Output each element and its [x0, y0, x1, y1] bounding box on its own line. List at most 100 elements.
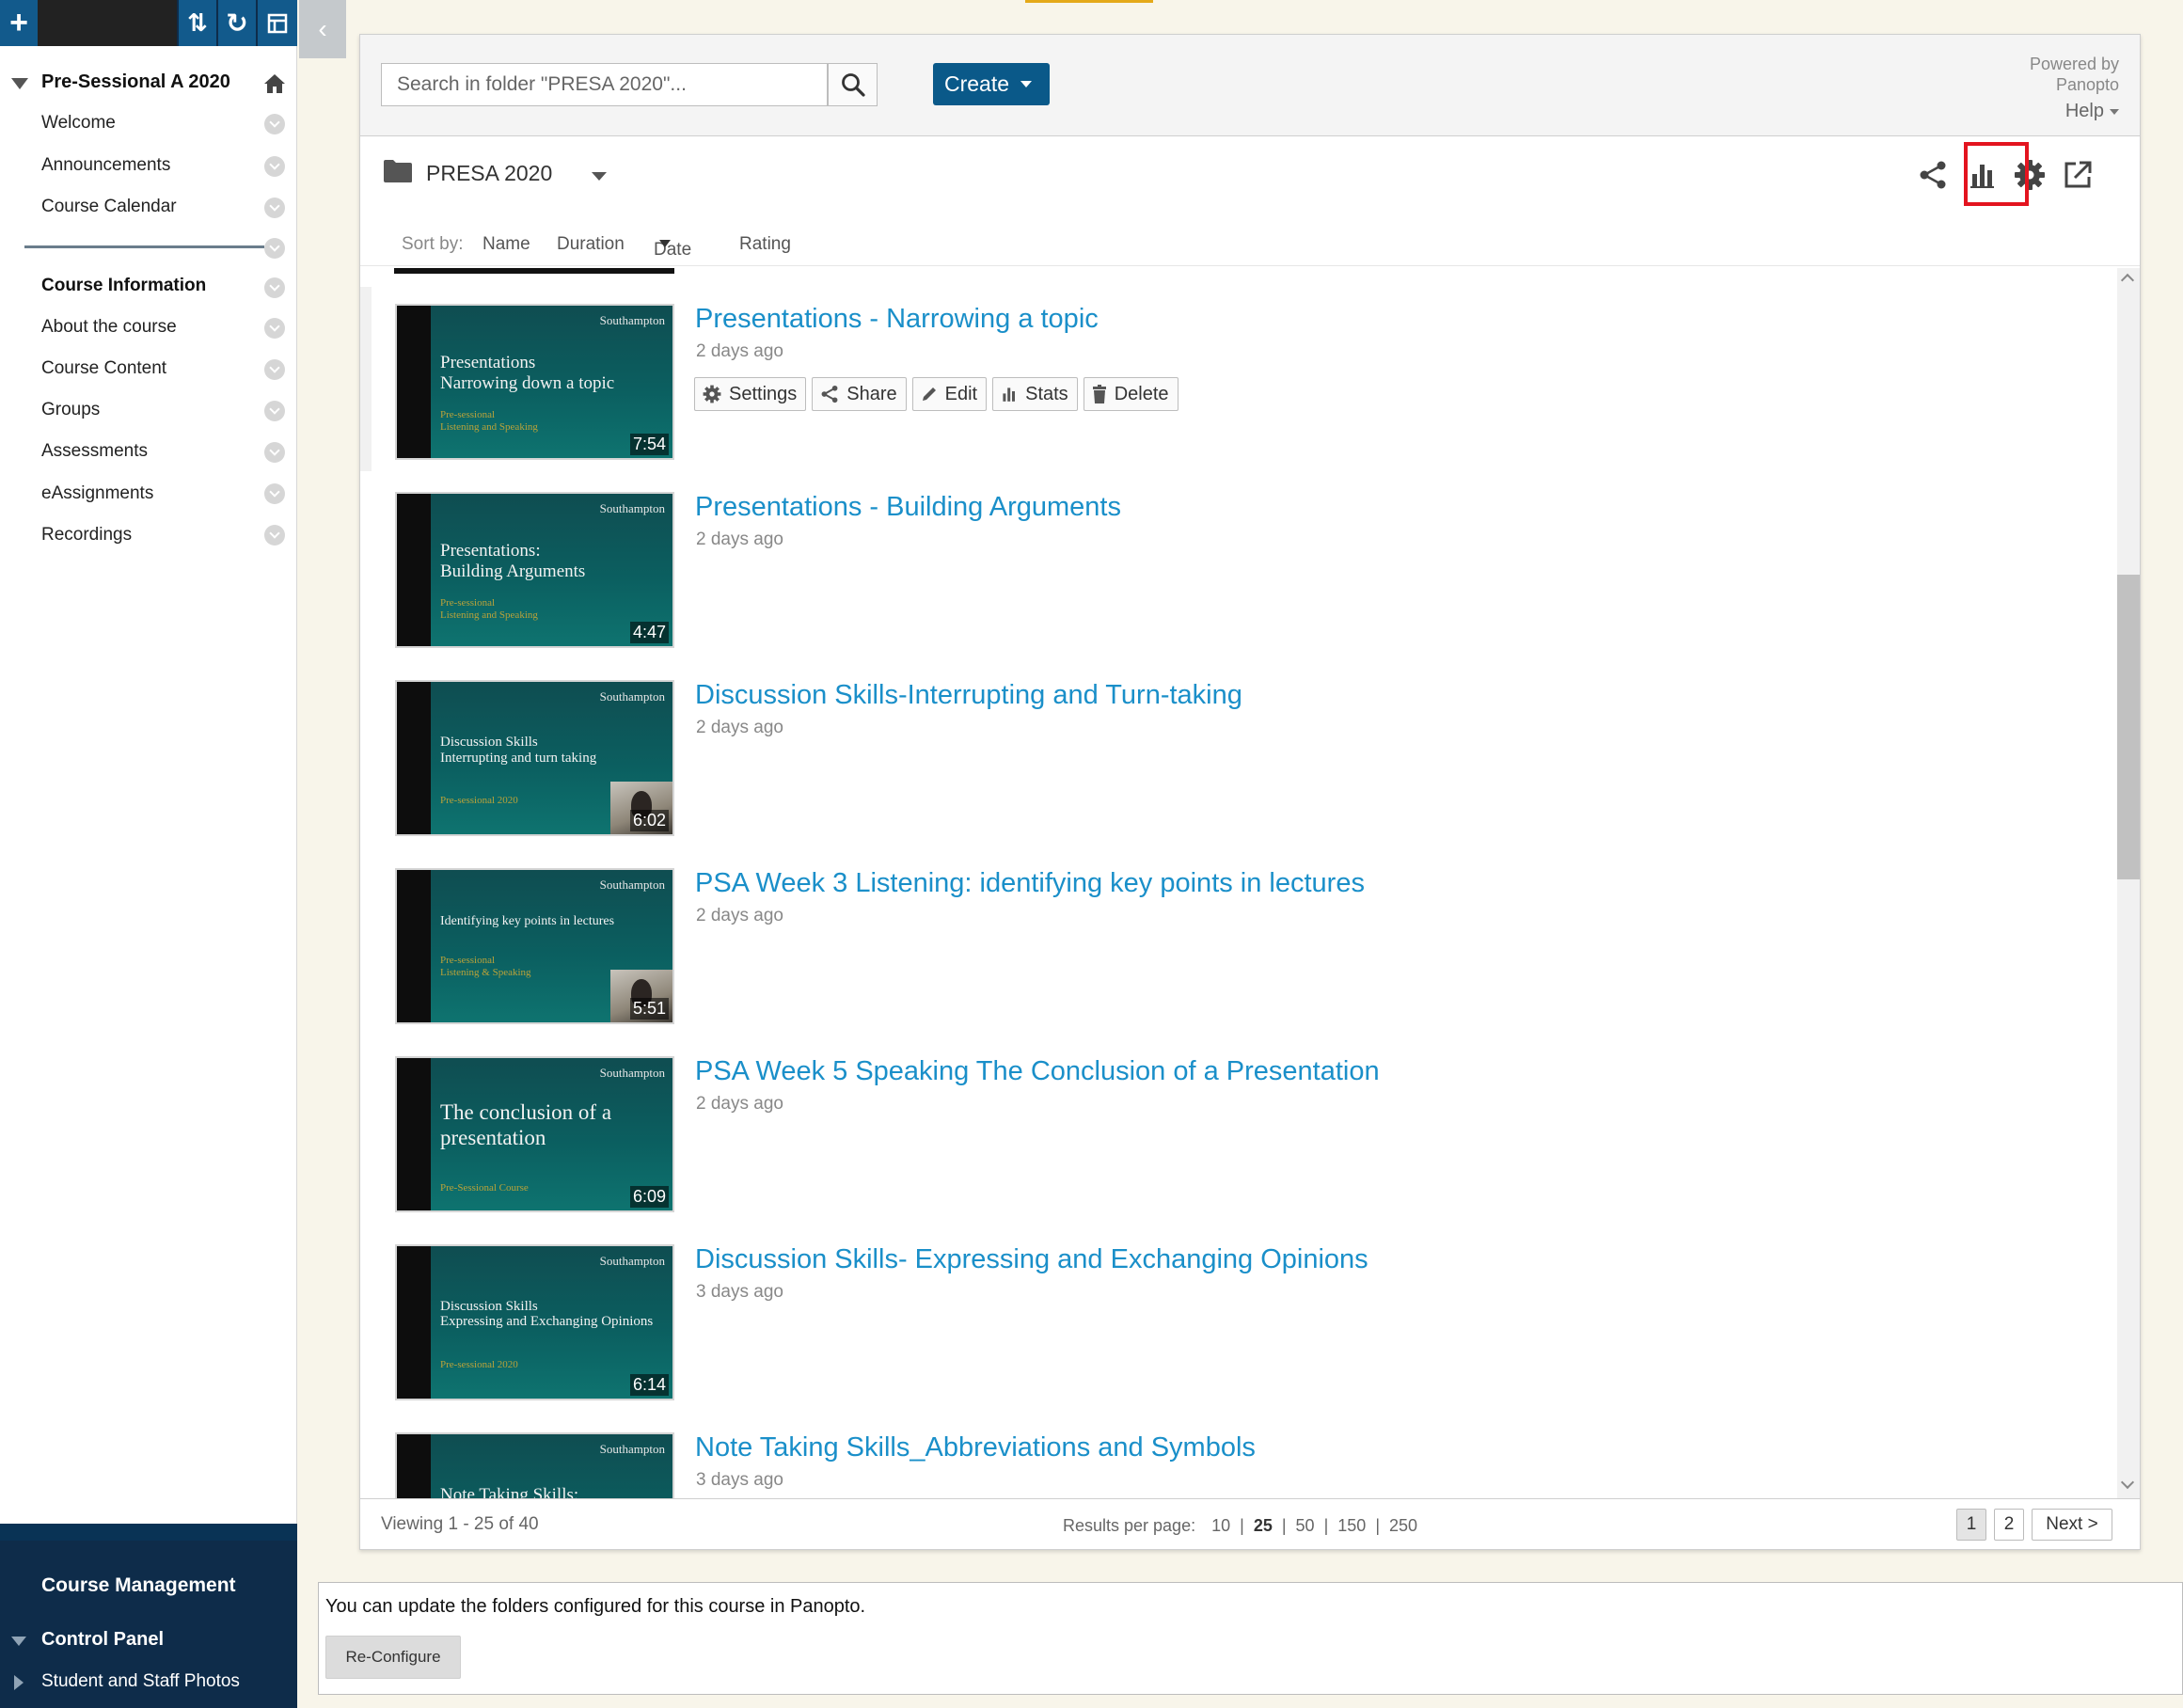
session-title-link[interactable]: Discussion Skills-Interrupting and Turn-…: [695, 680, 1242, 711]
reorder-icon[interactable]: ⇅: [179, 0, 216, 46]
session-delete-button[interactable]: Delete: [1083, 377, 1179, 411]
sort-by-rating[interactable]: Rating: [739, 234, 791, 255]
session-edit-button[interactable]: Edit: [911, 377, 988, 411]
chevron-left-icon: ‹: [318, 14, 327, 43]
sidebar-item-about-the-course[interactable]: About the course: [41, 317, 177, 338]
sidebar-item-eassignments[interactable]: eAssignments: [41, 483, 153, 504]
add-menu-item-button[interactable]: +: [0, 0, 38, 46]
home-icon[interactable]: [263, 73, 286, 99]
sidebar-item-welcome[interactable]: Welcome: [41, 113, 116, 134]
sidebar-item-assessments[interactable]: Assessments: [41, 441, 148, 462]
display-view-icon[interactable]: [258, 0, 297, 46]
session-title-link[interactable]: Presentations - Narrowing a topic: [695, 304, 1099, 335]
help-label: Help: [2064, 101, 2104, 121]
per-page-25[interactable]: 25: [1254, 1516, 1273, 1535]
chevron-down-icon[interactable]: [264, 359, 285, 380]
session-settings-button[interactable]: Settings: [694, 377, 807, 411]
search-input[interactable]: [382, 64, 827, 105]
session-title-link[interactable]: PSA Week 3 Listening: identifying key po…: [695, 868, 1365, 899]
session-thumbnail[interactable]: Southampton Note Taking Skills:: [395, 1432, 674, 1498]
chevron-down-icon[interactable]: [264, 525, 285, 546]
sidebar-item-announcements[interactable]: Announcements: [41, 155, 170, 176]
course-title[interactable]: Pre-Sessional A 2020: [41, 71, 230, 93]
chevron-down-icon[interactable]: [264, 238, 285, 259]
sidebar-item-course-calendar[interactable]: Course Calendar: [41, 197, 177, 217]
student-staff-photos-link[interactable]: Student and Staff Photos: [41, 1671, 240, 1692]
sidebar-heading-course-information[interactable]: Course Information: [41, 276, 206, 296]
chevron-down-icon[interactable]: [264, 114, 285, 134]
collapsed-triangle-icon[interactable]: [14, 1675, 24, 1690]
refresh-icon[interactable]: ↻: [218, 0, 256, 46]
share-icon[interactable]: [1911, 153, 1954, 197]
folder-dropdown-icon[interactable]: [592, 172, 607, 181]
session-stats-button[interactable]: Stats: [992, 377, 1078, 411]
chevron-down-icon[interactable]: [264, 318, 285, 339]
search-button[interactable]: [828, 63, 878, 106]
page-1-button[interactable]: 1: [1956, 1509, 1986, 1541]
session-thumbnail[interactable]: Southampton The conclusion of a presentat…: [395, 1056, 674, 1212]
page-2-button[interactable]: 2: [1994, 1509, 2024, 1541]
session-thumbnail[interactable]: Southampton Discussion Skills Interruptin…: [395, 680, 674, 836]
scroll-down-arrow-icon[interactable]: [2120, 1475, 2135, 1490]
session-row[interactable]: Southampton Identifying key points in le…: [360, 868, 2119, 1056]
session-share-button[interactable]: Share: [812, 377, 907, 411]
per-page-150[interactable]: 150: [1337, 1516, 1366, 1535]
session-thumbnail[interactable]: Southampton Presentations: Building Argum…: [395, 492, 674, 648]
chevron-down-icon[interactable]: [264, 483, 285, 504]
session-thumbnail[interactable]: Southampton Presentations Narrowing down …: [395, 304, 674, 460]
session-row[interactable]: Southampton Note Taking Skills: Note Tak…: [360, 1432, 2119, 1498]
sort-label: Sort by:: [402, 234, 464, 254]
session-title-link[interactable]: Note Taking Skills_Abbreviations and Sym…: [695, 1432, 1256, 1463]
per-page-250[interactable]: 250: [1389, 1516, 1417, 1535]
session-title-link[interactable]: Presentations - Building Arguments: [695, 492, 1121, 523]
previous-thumbnail-edge: [394, 268, 674, 274]
collapse-menu-button[interactable]: ‹: [299, 0, 346, 58]
session-row[interactable]: Southampton Discussion Skills Expressing …: [360, 1244, 2119, 1432]
chevron-down-icon[interactable]: [264, 198, 285, 218]
scrollbar-thumb[interactable]: [2117, 575, 2140, 879]
session-row[interactable]: Southampton Discussion Skills Interruptin…: [360, 680, 2119, 868]
sidebar-item-recordings[interactable]: Recordings: [41, 525, 132, 546]
session-thumbnail[interactable]: Southampton Discussion Skills Expressing …: [395, 1244, 674, 1400]
session-row[interactable]: Southampton Presentations: Building Argum…: [360, 492, 2119, 680]
panopto-text: Panopto: [2055, 75, 2119, 94]
chevron-down-icon[interactable]: [264, 401, 285, 421]
results-per-page: Results per page: 10 | 25 | 50 | 150 | 250: [1063, 1516, 1418, 1535]
session-title-link[interactable]: Discussion Skills- Expressing and Exchan…: [695, 1244, 1368, 1275]
session-list: Southampton Presentations Narrowing down …: [360, 268, 2119, 1498]
sidebar-item-course-content[interactable]: Course Content: [41, 358, 166, 379]
sort-by-name[interactable]: Name: [482, 234, 530, 255]
stats-icon: [1003, 387, 1016, 402]
per-page-50[interactable]: 50: [1296, 1516, 1315, 1535]
reconfigure-button[interactable]: Re-Configure: [325, 1636, 461, 1679]
session-title-link[interactable]: PSA Week 5 Speaking The Conclusion of a …: [695, 1056, 1380, 1087]
list-scrollbar[interactable]: [2117, 268, 2140, 1498]
chevron-down-icon[interactable]: [264, 156, 285, 177]
help-menu[interactable]: Help: [2065, 101, 2119, 122]
sidebar-item-groups[interactable]: Groups: [41, 400, 100, 420]
sort-by-duration[interactable]: Duration: [557, 234, 625, 255]
duration-badge: 6:09: [629, 1186, 669, 1208]
session-row[interactable]: Southampton Presentations Narrowing down …: [360, 304, 2119, 492]
session-row[interactable]: Southampton The conclusion of a presentat…: [360, 1056, 2119, 1244]
expand-triangle-icon[interactable]: [11, 1637, 26, 1646]
menu-divider: [24, 245, 264, 248]
control-panel-link[interactable]: Control Panel: [41, 1629, 164, 1651]
thumb-brand: Southampton: [599, 1066, 665, 1080]
thumb-brand: Southampton: [599, 1442, 665, 1456]
collapse-triangle-icon[interactable]: [11, 78, 28, 89]
thumb-title: Note Taking Skills:: [440, 1485, 579, 1498]
chevron-down-icon[interactable]: [264, 277, 285, 298]
create-button[interactable]: Create: [933, 63, 1050, 105]
duration-badge: 5:51: [629, 998, 669, 1020]
chevron-down-icon[interactable]: [264, 442, 285, 463]
per-page-10[interactable]: 10: [1211, 1516, 1230, 1535]
course-menu-toolbar: + ⇅ ↻: [0, 0, 297, 46]
session-thumbnail[interactable]: Southampton Identifying key points in le…: [395, 868, 674, 1024]
open-external-icon[interactable]: [2056, 153, 2099, 197]
course-title-row[interactable]: Pre-Sessional A 2020: [0, 68, 297, 102]
scroll-up-arrow-icon[interactable]: [2120, 273, 2135, 288]
trash-icon: [1092, 385, 1106, 403]
stats-highlight-box: [1964, 142, 2029, 206]
next-page-button[interactable]: Next >: [2032, 1509, 2112, 1541]
